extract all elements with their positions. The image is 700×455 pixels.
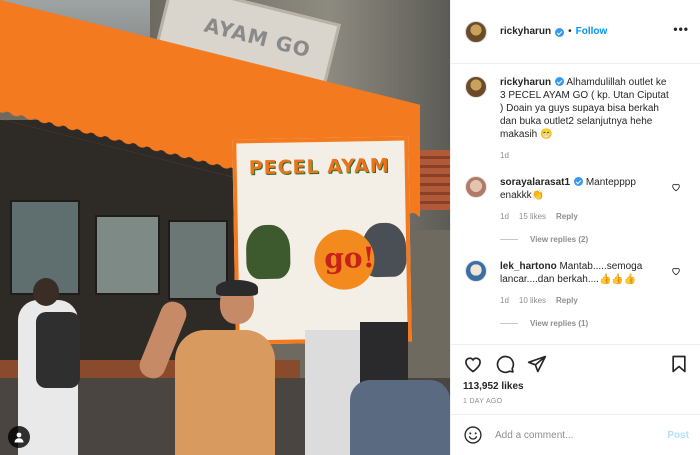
likes-count[interactable]: 113,952 likes [463, 381, 689, 392]
post-date: 1 DAY AGO [463, 398, 503, 405]
view-replies-button[interactable]: View replies (2) [500, 235, 687, 244]
reply-button[interactable]: Reply [556, 210, 578, 223]
photo-person-shirt [175, 330, 275, 455]
photo-backpack [36, 312, 80, 388]
photo-motorbike [350, 380, 450, 455]
view-replies-button[interactable]: View replies (1) [500, 319, 687, 328]
avatar[interactable] [465, 260, 487, 282]
emoji-icon[interactable] [463, 425, 483, 445]
user-tag-icon[interactable] [8, 426, 30, 448]
share-icon[interactable] [527, 354, 547, 374]
comment-icon[interactable] [495, 354, 515, 374]
comment-age: 1d [500, 212, 509, 221]
caption-age: 1d [500, 151, 509, 160]
comment-item: sorayalarasat1 Mantepppp enakkk👏 1d 15 l… [465, 176, 687, 223]
caption-username[interactable]: rickyharun [500, 77, 551, 88]
banner-rooster-left [245, 224, 291, 280]
post-header: rickyharun • Follow ••• [451, 0, 700, 64]
banner-title: PECEL AYAM [248, 154, 390, 180]
separator-dot: • [568, 26, 572, 37]
heart-icon[interactable] [463, 354, 483, 374]
verified-badge [574, 177, 584, 186]
post-caption: rickyharun Alhamdulillah outlet ke 3 PEC… [465, 76, 687, 162]
photo-background-person-head [33, 278, 59, 306]
bookmark-icon[interactable] [669, 354, 689, 374]
comments-list[interactable]: rickyharun Alhamdulillah outlet ke 3 PEC… [451, 64, 700, 344]
comment-likes[interactable]: 10 likes [519, 294, 546, 307]
banner-logo: go! [324, 241, 376, 275]
post-photo[interactable]: AYAM GO PECEL AYAM go! [0, 0, 450, 455]
author-username[interactable]: rickyharun [500, 26, 551, 37]
photo-window [95, 215, 160, 295]
reply-button[interactable]: Reply [556, 294, 578, 307]
comment-username[interactable]: sorayalarasat1 [500, 177, 570, 188]
avatar[interactable] [465, 176, 487, 198]
comment-composer: Post [451, 414, 700, 455]
avatar[interactable] [465, 20, 487, 43]
photo-person-cap [216, 280, 258, 296]
follow-button[interactable]: Follow [576, 26, 608, 37]
post-side-panel: rickyharun • Follow ••• rickyharun Alham… [450, 0, 700, 455]
comment-input[interactable] [495, 429, 668, 441]
comment-heart-icon[interactable] [671, 266, 681, 276]
comment-heart-icon[interactable] [671, 182, 681, 192]
verified-badge [555, 77, 565, 86]
post-actions: 113,952 likes 1 DAY AGO [451, 344, 700, 414]
photo-banner: PECEL AYAM go! [232, 136, 412, 345]
post-comment-button[interactable]: Post [667, 430, 689, 441]
comment-username[interactable]: lek_hartono [500, 261, 557, 272]
verified-badge [555, 28, 565, 37]
comment-likes[interactable]: 15 likes [519, 210, 546, 223]
comment-age: 1d [500, 296, 509, 305]
more-icon[interactable]: ••• [673, 22, 689, 36]
avatar[interactable] [465, 76, 487, 98]
comment-item: lek_hartono Mantab.....semoga lancar....… [465, 260, 687, 307]
